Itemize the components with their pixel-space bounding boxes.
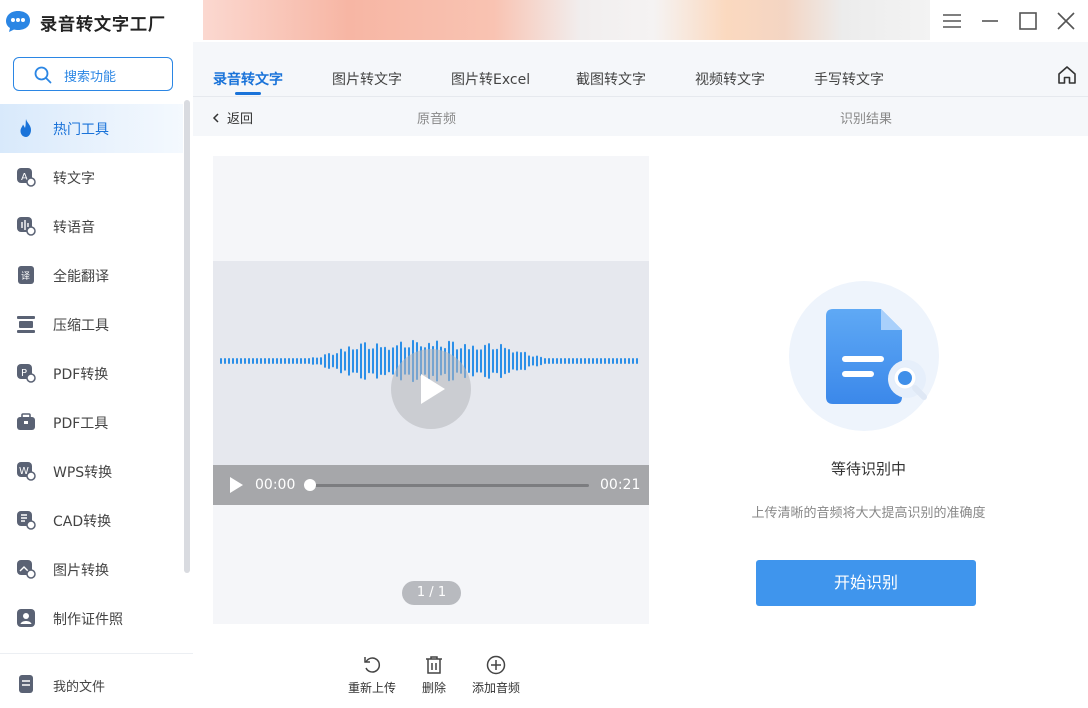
my-files-button[interactable]: 我的文件	[0, 660, 193, 708]
my-files-label: 我的文件	[53, 680, 106, 695]
sidebar-item-translate[interactable]: 译 全能翻译	[0, 251, 183, 300]
audio-waveform-area	[213, 261, 649, 465]
add-audio-label: 添加音频	[471, 681, 520, 695]
document-search-illustration	[789, 281, 939, 431]
sidebar-item-label: 压缩工具	[53, 318, 109, 334]
start-recognition-button[interactable]: 开始识别	[756, 560, 976, 606]
duration: 00:21	[600, 477, 641, 493]
sidebar-scrollbar[interactable]	[184, 100, 190, 573]
app-logo-icon	[6, 11, 30, 32]
sidebar-item-label: 热门工具	[53, 122, 109, 138]
progress-track[interactable]	[309, 484, 589, 487]
tab-active-indicator	[235, 92, 261, 95]
sidebar-item-label: 全能翻译	[53, 269, 109, 285]
sidebar-item-label: WPS转换	[53, 465, 113, 481]
reupload-icon	[364, 657, 381, 673]
document-search-icon	[826, 309, 927, 404]
sidebar-item-to-voice[interactable]: 转语音	[0, 202, 183, 251]
sidebar-item-id-photo[interactable]: 制作证件照	[0, 594, 183, 643]
image-convert-icon	[17, 560, 36, 579]
tab-handwriting-to-text[interactable]: 手写转文字	[814, 69, 884, 89]
result-panel: 等待识别中 上传清晰的音频将大大提高识别的准确度 开始识别	[649, 136, 1088, 708]
back-button[interactable]: 返回	[211, 108, 253, 127]
sidebar-item-pdf-convert[interactable]: P PDF转换	[0, 349, 183, 398]
search-label: 搜索功能	[64, 70, 117, 85]
compress-icon	[17, 316, 35, 333]
sidebar-item-label: 制作证件照	[53, 612, 123, 628]
text-convert-icon: A	[17, 168, 36, 187]
play-icon	[421, 374, 445, 404]
title-bar: 录音转文字工厂	[0, 0, 1088, 42]
sidebar: 搜索功能 热门工具 A 转文字 转语音 译 全能翻译 压缩工具 P PDF转换 …	[0, 42, 193, 708]
close-icon[interactable]	[1055, 10, 1077, 32]
voice-convert-icon	[17, 217, 36, 236]
minimize-icon[interactable]	[979, 10, 1001, 32]
sidebar-menu: 热门工具 A 转文字 转语音 译 全能翻译 压缩工具 P PDF转换 PDF工具…	[0, 104, 183, 643]
sidebar-item-label: 转语音	[53, 220, 95, 236]
delete-label: 删除	[421, 681, 446, 695]
divider	[0, 653, 193, 654]
original-audio-heading: 原音频	[417, 112, 457, 127]
search-button[interactable]: 搜索功能	[13, 57, 173, 91]
pdf-convert-icon: P	[17, 364, 36, 383]
tab-video-to-text[interactable]: 视频转文字	[695, 69, 765, 89]
progress-knob[interactable]	[304, 479, 316, 491]
sidebar-item-label: PDF转换	[53, 367, 109, 383]
sidebar-item-cad-convert[interactable]: CAD转换	[0, 496, 183, 545]
app-title: 录音转文字工厂	[40, 15, 166, 35]
page-indicator: 1 / 1	[402, 581, 461, 605]
menu-icon[interactable]	[941, 10, 963, 32]
pdf-tools-icon	[17, 413, 35, 430]
add-circle-icon	[486, 655, 506, 675]
sidebar-item-to-text[interactable]: A 转文字	[0, 153, 183, 202]
result-heading: 识别结果	[840, 112, 893, 127]
sidebar-item-image-convert[interactable]: 图片转换	[0, 545, 183, 594]
sidebar-item-label: PDF工具	[53, 416, 109, 432]
status-text: 等待识别中	[830, 460, 906, 478]
hint-text: 上传清晰的音频将大大提高识别的准确度	[751, 506, 986, 521]
sidebar-item-hot-tools[interactable]: 热门工具	[0, 104, 183, 153]
back-label: 返回	[227, 112, 254, 127]
trash-icon	[426, 656, 442, 674]
translate-icon: 译	[18, 266, 34, 284]
current-time: 00:00	[255, 477, 296, 493]
sidebar-item-wps-convert[interactable]: W WPS转换	[0, 447, 183, 496]
sidebar-item-label: CAD转换	[53, 514, 112, 530]
delete-button[interactable]: 删除	[404, 654, 464, 696]
chevron-left-icon	[212, 113, 219, 123]
main-panel: 录音转文字 图片转文字 图片转Excel 截图转文字 视频转文字 手写转文字 返…	[193, 42, 1088, 708]
tab-image-to-excel[interactable]: 图片转Excel	[451, 69, 530, 89]
flame-icon	[20, 119, 31, 137]
cad-convert-icon	[17, 511, 36, 530]
reupload-label: 重新上传	[347, 681, 396, 695]
reupload-button[interactable]: 重新上传	[342, 654, 402, 696]
tab-audio-to-text[interactable]: 录音转文字	[213, 69, 283, 89]
tab-screenshot-to-text[interactable]: 截图转文字	[576, 69, 646, 89]
content-area: 00:00 00:21 1 / 1 重新上传 删除 添加音频 等待识别中 上传清…	[193, 136, 1088, 708]
file-icon	[19, 675, 33, 693]
id-photo-icon	[17, 609, 35, 627]
play-overlay-button[interactable]	[391, 349, 471, 429]
play-icon[interactable]	[228, 477, 244, 493]
banner-ad[interactable]	[203, 0, 930, 40]
sub-header: 返回 原音频 识别结果	[193, 98, 1088, 136]
wps-convert-icon: W	[17, 462, 36, 481]
tab-bar: 录音转文字 图片转文字 图片转Excel 截图转文字 视频转文字 手写转文字	[193, 42, 1088, 97]
tab-image-to-text[interactable]: 图片转文字	[332, 69, 402, 89]
add-audio-button[interactable]: 添加音频	[466, 654, 526, 696]
svg-text:P: P	[21, 368, 27, 379]
sidebar-item-label: 转文字	[53, 171, 95, 187]
audio-controls: 00:00 00:21	[213, 465, 649, 505]
maximize-icon[interactable]	[1017, 10, 1039, 32]
svg-text:译: 译	[21, 271, 30, 282]
sidebar-item-label: 图片转换	[53, 563, 109, 579]
home-icon[interactable]	[1057, 65, 1077, 85]
search-icon	[34, 66, 52, 84]
audio-preview-card: 00:00 00:21 1 / 1	[213, 156, 649, 624]
sidebar-item-pdf-tools[interactable]: PDF工具	[0, 398, 183, 447]
sidebar-item-compress[interactable]: 压缩工具	[0, 300, 183, 349]
